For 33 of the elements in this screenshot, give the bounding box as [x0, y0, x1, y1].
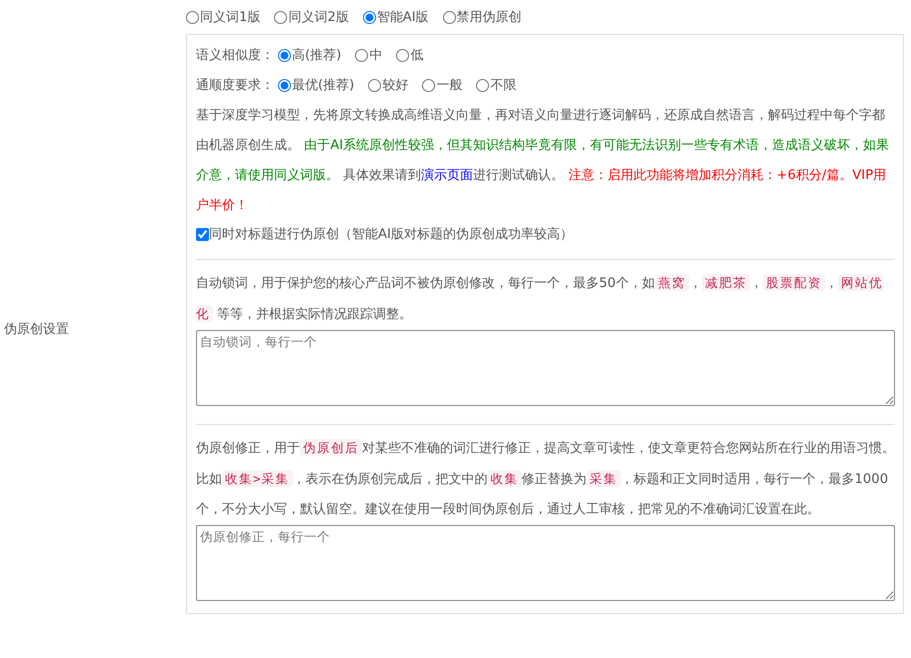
- radio-label[interactable]: 高(推荐): [292, 40, 342, 71]
- radio-label[interactable]: 最优(推荐): [292, 70, 354, 101]
- option-label: 语义相似度：: [196, 46, 274, 65]
- option-label: 通顺度要求：: [196, 76, 274, 95]
- radio-label[interactable]: 不限: [490, 70, 516, 101]
- radio-button[interactable]: [278, 79, 291, 92]
- radio-button[interactable]: [274, 11, 288, 24]
- description-text: 自动锁词，用于保护您的核心产品词不被伪原创修改，每行一个，最多50个，如 燕窝 ， 减肥茶 ， 股票配资 ， 网站优化 等等，并根据实际情况跟踪调整。: [196, 272, 884, 324]
- corrections-field[interactable]: 伪原创修正，每行一个: [196, 524, 895, 601]
- radio-button[interactable]: [186, 11, 199, 24]
- description-text: 基于深度学习模型，先将原文转换成高维语义向量，再对语义向量进行逐词解码，还原成自然语言，解码过程中每个字都由机器原创生成。 由于AI系统原创性较强，但其知识结构毕竟有限，有可能无法识别一些专有术语，造成语义破坏，如果介意，请使用同义词版。 具体效果请到演示页面进行测试确认。 注意：启用此功能将增加积分消耗：+6积分/篇。VIP用户半价！: [196, 106, 890, 215]
- radio-button[interactable]: [422, 79, 436, 92]
- radio-button[interactable]: [368, 79, 382, 92]
- lock-words-field[interactable]: 自动锁词，每行一个: [196, 330, 895, 406]
- radio-label[interactable]: 智能AI版: [376, 8, 429, 28]
- radio-button[interactable]: [278, 49, 291, 62]
- radio-button[interactable]: [355, 49, 368, 62]
- radio-label[interactable]: 同义词1版: [200, 8, 260, 28]
- checkbox-label[interactable]: 同时对标题进行伪原创（智能AI版对标题的伪原创成功率较高）: [209, 220, 573, 249]
- radio-button[interactable]: [396, 49, 410, 62]
- radio-label[interactable]: 一般: [436, 70, 462, 101]
- radio-button[interactable]: [476, 79, 490, 92]
- radio-label[interactable]: 同义词2版: [288, 8, 349, 28]
- checkbox[interactable]: [196, 228, 209, 242]
- description-text: 伪原创修正，用于 伪原创后 对某些不准确的词汇进行修正，提高文章可读性，使文章更符合您网站所在行业的用语习惯。比如 收集>采集 ，表示在伪原创完成后，把文中的 收集 修正替换为 采集 ，标题和正文同时适用，每行一个，最多1000个，不分大小写，默认留空。建议在使用一段时间伪原创后，通过人工审核，把常见的不准确词汇设置在此。: [196, 438, 895, 519]
- radio-button[interactable]: [362, 11, 376, 24]
- radio-button[interactable]: [442, 11, 456, 24]
- radio-label[interactable]: 中: [369, 40, 382, 71]
- radio-label[interactable]: 较好: [382, 70, 408, 101]
- radio-label[interactable]: 低: [410, 40, 424, 71]
- demo-link[interactable]: 演示页面: [421, 168, 474, 183]
- field-label: 伪原创设置: [4, 321, 69, 340]
- radio-label[interactable]: 禁用伪原创: [456, 8, 522, 28]
